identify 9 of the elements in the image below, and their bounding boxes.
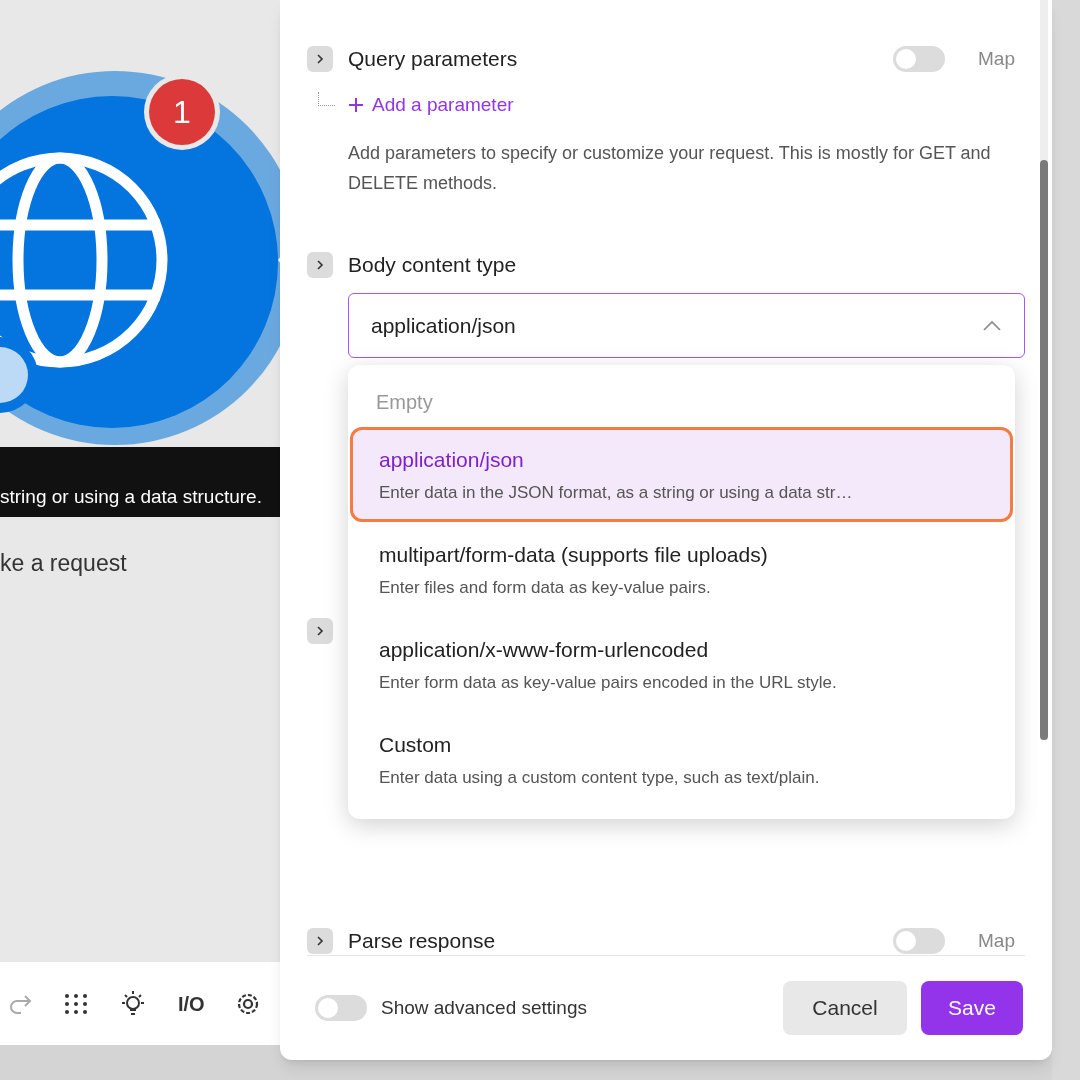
section-label: Query parameters	[348, 46, 518, 73]
advanced-settings-label: Show advanced settings	[381, 995, 587, 1020]
module-subtitle: ke a request	[0, 549, 127, 578]
section-label: Body content type	[348, 252, 517, 279]
map-label: Map	[978, 46, 1015, 71]
help-text: Add parameters to specify or customize your request. This is mostly for GET and DELETE methods.	[348, 142, 992, 195]
map-label: Map	[978, 928, 1015, 953]
notification-badge: 1	[149, 79, 215, 145]
section-label: Parse response	[348, 928, 496, 955]
